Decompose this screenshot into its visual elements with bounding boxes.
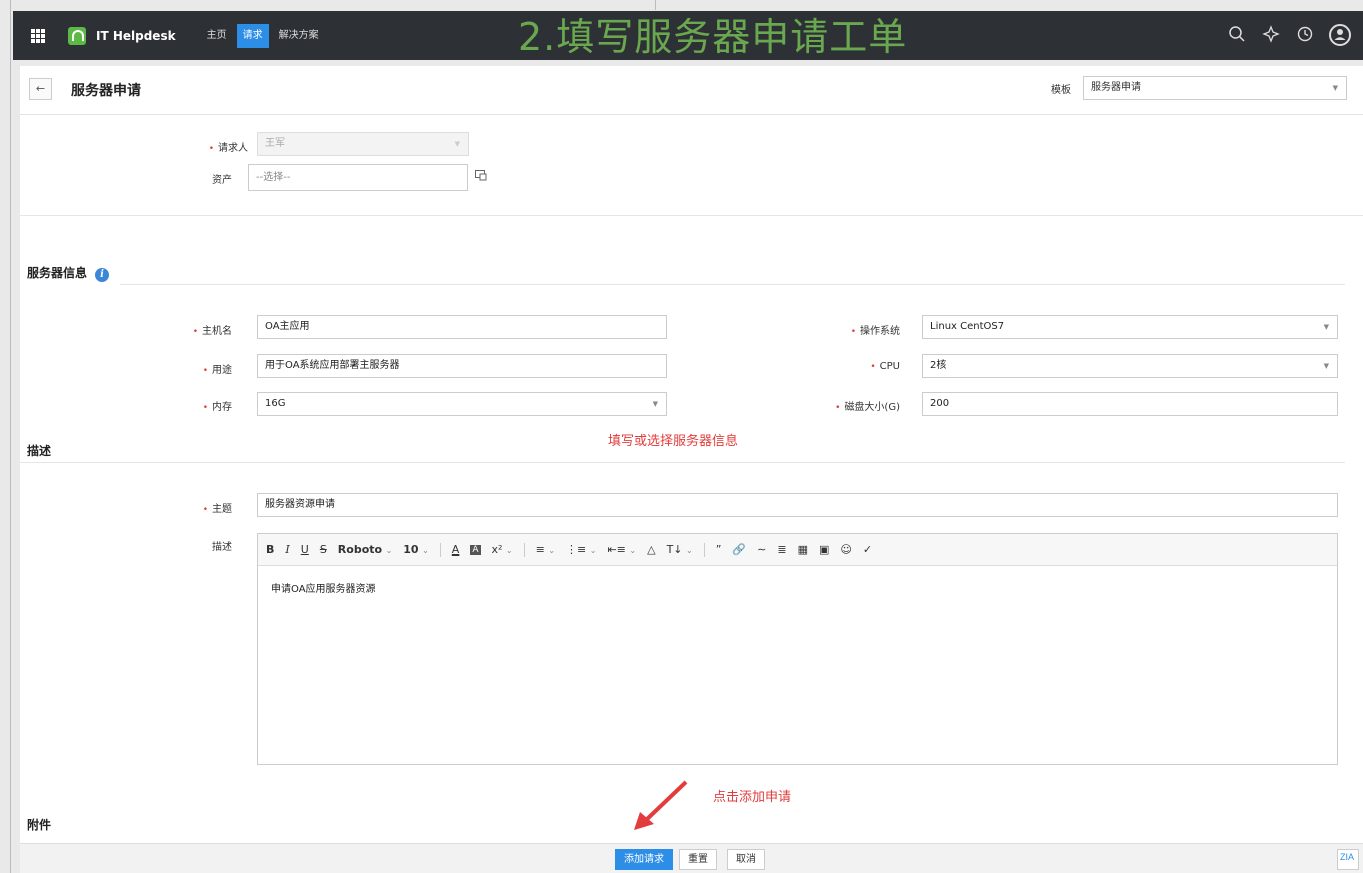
chevron-down-icon: ▼	[1332, 84, 1338, 92]
helpdesk-logo-icon	[68, 26, 86, 45]
rich-text-editor[interactable]: B I U S Roboto ⌄ 10 ⌄ A A x² ⌄ ≡ ⌄ ⋮≡ ⌄ …	[257, 533, 1338, 765]
purpose-label: • 用途	[202, 365, 232, 376]
main-nav: 主页 请求 解决方案	[201, 11, 329, 60]
purpose-input[interactable]: 用于OA系统应用部署主服务器	[257, 354, 667, 378]
superscript-button[interactable]: x² ⌄	[492, 543, 513, 556]
toolbar-separator	[439, 542, 441, 557]
quote-icon[interactable]: ”	[716, 543, 722, 556]
nav-solutions[interactable]: 解决方案	[273, 24, 325, 48]
spellcheck-icon[interactable]: ✓	[863, 543, 872, 556]
topbar-tools	[1227, 24, 1351, 46]
zia-assistant-icon[interactable]: ZIA	[1337, 849, 1359, 870]
search-icon[interactable]	[1227, 25, 1247, 45]
svg-text:ZIA: ZIA	[1340, 852, 1354, 861]
cpu-label: • CPU	[870, 361, 900, 372]
toolbar-separator	[703, 542, 705, 557]
horizontal-rule-icon[interactable]: ≣	[777, 543, 786, 556]
chevron-down-icon: ▼	[1323, 362, 1329, 370]
form-header: ← 服务器申请 模板 服务器申请 ▼	[20, 66, 1363, 115]
font-family-select[interactable]: Roboto ⌄	[338, 543, 392, 556]
bold-button[interactable]: B	[266, 543, 274, 556]
attachment-title: 附件	[27, 818, 52, 832]
link-icon[interactable]: 🔗	[732, 543, 746, 556]
request-form: ← 服务器申请 模板 服务器申请 ▼ • 请求人 王军 ▼ 资产 --选择-- 服…	[20, 66, 1363, 873]
user-avatar-icon[interactable]	[1329, 24, 1351, 46]
back-button[interactable]: ←	[29, 78, 52, 100]
requester-field: 王军 ▼	[257, 132, 469, 156]
memory-value: 16G	[265, 398, 286, 409]
indent-icon[interactable]: ⇤≡ ⌄	[607, 543, 636, 556]
hostname-input[interactable]: OA主应用	[257, 315, 667, 339]
arrow-annotation-icon	[634, 780, 688, 830]
add-request-annotation: 点击添加申请	[713, 790, 792, 805]
disk-label: • 磁盘大小(G)	[835, 402, 900, 413]
nav-home[interactable]: 主页	[201, 24, 233, 48]
subject-label: • 主题	[202, 504, 232, 515]
editor-body[interactable]: 申请OA应用服务器资源	[258, 566, 1337, 609]
overlay-step-title: 2.填写服务器申请工单	[518, 15, 908, 59]
sparkle-icon[interactable]	[1261, 25, 1281, 45]
section-underline	[120, 284, 1345, 285]
disk-input[interactable]: 200	[922, 392, 1338, 416]
template-select[interactable]: 服务器申请 ▼	[1083, 76, 1347, 100]
os-value: Linux CentOS7	[930, 321, 1005, 332]
requester-value: 王军	[265, 138, 285, 149]
asset-field[interactable]: --选择--	[248, 164, 468, 191]
unlink-icon[interactable]: ∼	[757, 543, 766, 556]
os-select[interactable]: Linux CentOS7 ▼	[922, 315, 1338, 339]
asset-picker-icon[interactable]	[475, 170, 487, 184]
font-size-select[interactable]: 10 ⌄	[403, 543, 429, 556]
font-color-button[interactable]: A	[452, 543, 460, 556]
template-label: 模板	[1051, 85, 1071, 96]
page-title: 服务器申请	[71, 83, 141, 99]
form-footer: 添加请求 重置 取消 ZIA	[20, 843, 1363, 873]
hostname-label: • 主机名	[192, 326, 232, 337]
section-underline	[20, 462, 1345, 463]
history-icon[interactable]	[1295, 25, 1315, 45]
chevron-down-icon: ▼	[454, 140, 460, 148]
strikethrough-button[interactable]: S	[320, 543, 327, 556]
subject-input[interactable]: 服务器资源申请	[257, 493, 1338, 517]
info-icon[interactable]: i	[95, 268, 110, 282]
emoji-icon[interactable]: ☺	[840, 543, 851, 556]
memory-label: • 内存	[202, 402, 232, 413]
os-label: • 操作系统	[850, 326, 900, 337]
cpu-value: 2核	[930, 360, 947, 371]
chevron-down-icon: ▼	[652, 400, 658, 408]
requester-label: • 请求人	[208, 143, 248, 154]
memory-select[interactable]: 16G ▼	[257, 392, 667, 416]
server-info-title: 服务器信息 i	[27, 264, 110, 282]
background-color-button[interactable]: A	[470, 544, 481, 555]
nav-requests[interactable]: 请求	[236, 23, 269, 48]
image-icon[interactable]: ▣	[819, 543, 829, 556]
editor-toolbar: B I U S Roboto ⌄ 10 ⌄ A A x² ⌄ ≡ ⌄ ⋮≡ ⌄ …	[258, 534, 1337, 566]
italic-button[interactable]: I	[285, 543, 289, 556]
clear-format-icon[interactable]: △	[647, 543, 655, 556]
asset-placeholder: --选择--	[256, 172, 291, 183]
toolbar-separator	[523, 542, 525, 557]
text-direction-icon[interactable]: T↓ ⌄	[667, 543, 693, 556]
app-grid-icon[interactable]	[31, 28, 45, 43]
cancel-button[interactable]: 取消	[727, 849, 765, 870]
frame-border-left	[10, 0, 11, 873]
add-request-button[interactable]: 添加请求	[615, 849, 673, 870]
desc-label: 描述	[212, 542, 232, 553]
section-divider	[20, 215, 1363, 216]
description-title: 描述	[27, 444, 52, 458]
bullet-list-icon[interactable]: ⋮≡ ⌄	[566, 543, 596, 556]
server-info-annotation: 填写或选择服务器信息	[608, 434, 739, 449]
align-icon[interactable]: ≡ ⌄	[536, 543, 555, 556]
asset-label: 资产	[212, 175, 232, 186]
underline-button[interactable]: U	[301, 543, 309, 556]
app-name: IT Helpdesk	[96, 28, 176, 43]
chevron-down-icon: ▼	[1323, 323, 1329, 331]
template-select-value: 服务器申请	[1091, 82, 1141, 93]
reset-button[interactable]: 重置	[679, 849, 717, 870]
cpu-select[interactable]: 2核 ▼	[922, 354, 1338, 378]
table-icon[interactable]: ▦	[798, 543, 808, 556]
